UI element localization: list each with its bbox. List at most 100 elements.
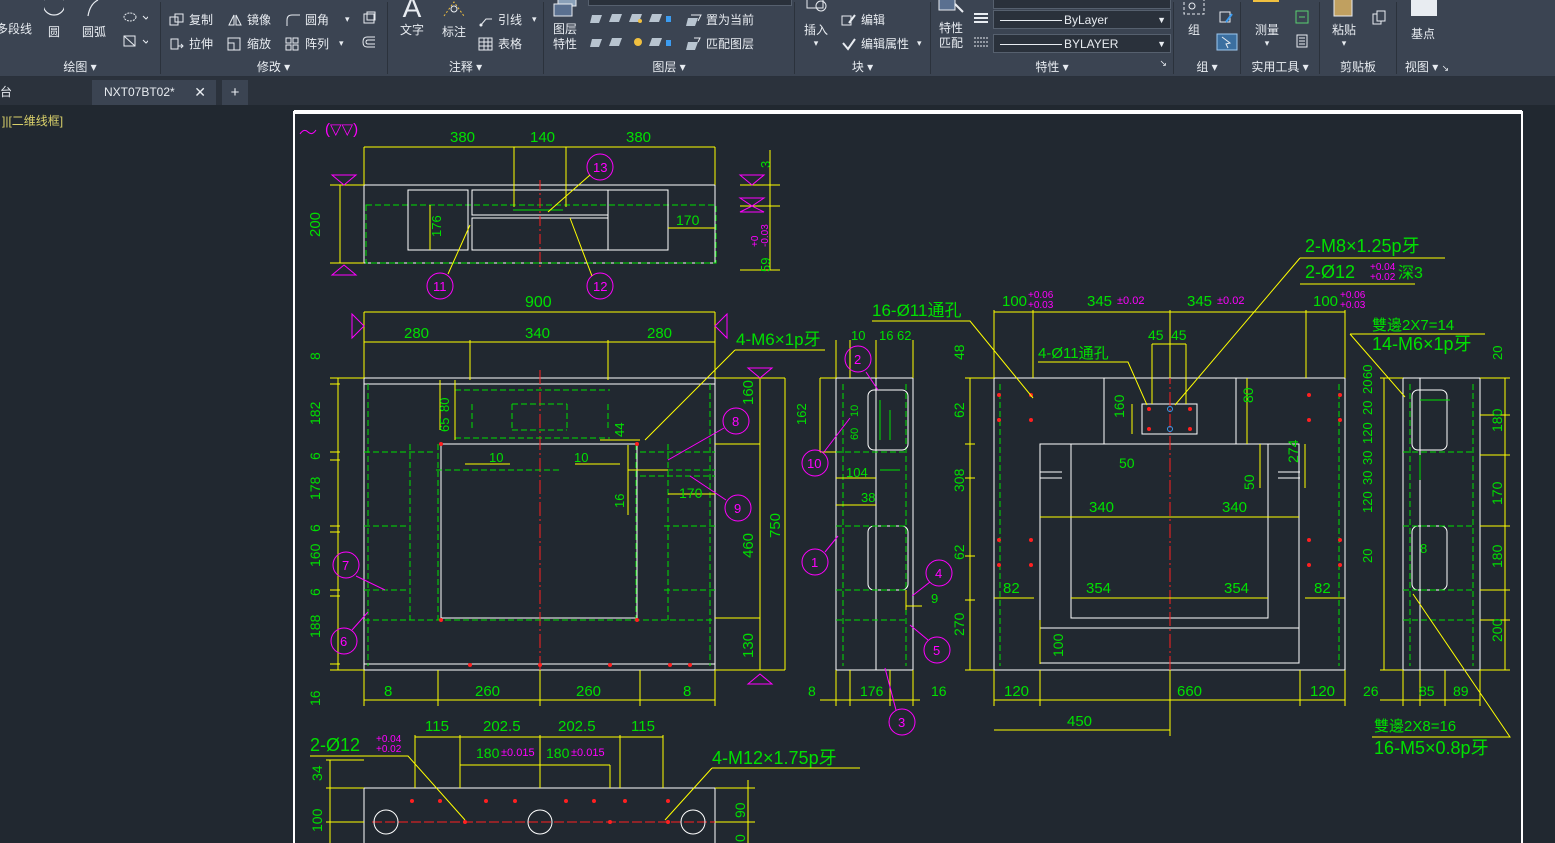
- right-r-dim-1: 20: [1490, 346, 1505, 360]
- front-right-dim-750: 750: [767, 513, 784, 538]
- side-dim-4: 162: [794, 403, 809, 425]
- set-current-layer-button[interactable]: 置为当前: [686, 11, 754, 28]
- hatch-button[interactable]: [122, 10, 148, 24]
- annotation-panel: A 文字 标注 引线 ▾ 表格 注释 ▾: [388, 0, 543, 76]
- bottom-dim-2: 202.5: [483, 718, 521, 735]
- top-dim-4: 200: [307, 212, 324, 237]
- array-button[interactable]: 阵列 ▾: [285, 35, 344, 52]
- mirror-button[interactable]: 镜像: [227, 11, 271, 28]
- tab-start[interactable]: 台: [0, 80, 92, 105]
- calculator-icon[interactable]: [1295, 34, 1311, 48]
- document-tab-bar: 台 NXT07BT02* ✕ +: [0, 77, 1555, 105]
- lineweight-dropdown[interactable]: BYLAYER ▼: [993, 34, 1171, 53]
- back-tol-002-right: ±0.02: [1217, 295, 1244, 307]
- copy-clip-icon[interactable]: [1372, 10, 1388, 26]
- annotation-panel-title[interactable]: 注释 ▾: [388, 58, 543, 75]
- side-dim-12: 16: [931, 683, 947, 699]
- scale-icon: [227, 37, 241, 50]
- stretch-button[interactable]: 拉伸: [169, 35, 213, 52]
- back-v-dim-8: 274: [1285, 439, 1301, 463]
- back-note-16-holes: 16-Ø11通孔: [872, 301, 961, 320]
- right-l-dim-5: 30: [1360, 451, 1375, 465]
- back-v-dim-9: 50: [1241, 474, 1257, 490]
- right-view: 雙邊2X7=14 14-M6×1p牙 雙邊2X8=16 16-M5×0.8p牙 …: [1349, 317, 1511, 758]
- side-dim-5: 10: [849, 405, 861, 417]
- base-point-button[interactable]: 基点: [1403, 0, 1443, 42]
- front-bottom-dim-3: 260: [576, 683, 601, 700]
- match-layer-button[interactable]: 匹配图层: [686, 35, 754, 52]
- back-h-dim-3: 50: [1119, 455, 1135, 471]
- properties-panel-title[interactable]: 特性 ▾ ↘: [931, 58, 1173, 75]
- insert-icon: [806, 0, 827, 12]
- front-right-dim-460: 460: [740, 533, 757, 558]
- back-dim-345-right: 345: [1187, 293, 1212, 310]
- front-left-dim-2: 182: [307, 401, 323, 425]
- array-icon: [285, 37, 299, 50]
- group-panel-title[interactable]: 组 ▾: [1174, 58, 1240, 75]
- back-tol-003-right: +0.03: [1340, 300, 1366, 311]
- top-dim-1: 380: [450, 129, 475, 146]
- clipboard-panel-title[interactable]: 剪贴板: [1320, 58, 1396, 75]
- text-button[interactable]: A 文字: [398, 0, 426, 38]
- properties-panel: 特性 匹配 ByLayer ▼ BYLAYER ▼ 特性 ▾ ↘: [931, 0, 1173, 76]
- close-tab-icon[interactable]: ✕: [194, 80, 206, 105]
- offset-icon: [362, 36, 375, 48]
- paste-button[interactable]: 粘贴 ▾: [1326, 0, 1362, 49]
- layer-properties-icon: [553, 0, 577, 17]
- balloon-12: 12: [593, 279, 607, 294]
- group-button[interactable]: 组: [1178, 0, 1210, 38]
- base-point-icon: [1411, 0, 1437, 16]
- view-panel: 基点 视图 ▾ ↘: [1397, 0, 1457, 76]
- quick-select-icon[interactable]: [1295, 10, 1311, 24]
- edit-attributes-button[interactable]: 编辑属性 ▾: [841, 35, 922, 52]
- offset-button[interactable]: [361, 35, 377, 49]
- utilities-panel-title[interactable]: 实用工具 ▾: [1241, 58, 1319, 75]
- drawing-canvas[interactable]: (▽▽) 380 140 380 200 176 170 3 59 +0 -0.…: [0, 105, 1555, 843]
- table-icon: [478, 37, 493, 50]
- polyline-button[interactable]: 多段线: [0, 20, 32, 37]
- explode-button[interactable]: [361, 11, 377, 25]
- measure-button[interactable]: 测量 ▾: [1249, 0, 1285, 49]
- linetype-dropdown[interactable]: ByLayer ▼: [993, 10, 1171, 29]
- balloon-5: 5: [933, 643, 940, 658]
- layer-state-icons[interactable]: [590, 11, 686, 25]
- circle-button[interactable]: 圆: [42, 0, 66, 40]
- region-button[interactable]: [122, 34, 148, 48]
- front-left-dim-4: 178: [307, 476, 323, 500]
- color-dropdown[interactable]: [993, 0, 1171, 9]
- leader-button[interactable]: 引线 ▾: [478, 11, 537, 28]
- tab-active-drawing[interactable]: NXT07BT02* ✕: [92, 80, 216, 105]
- table-button[interactable]: 表格: [478, 35, 522, 52]
- mirror-icon: [228, 14, 242, 25]
- right-dim-8: 8: [1420, 541, 1427, 556]
- fillet-button[interactable]: 圆角 ▾: [285, 11, 350, 28]
- layer-dropdown-top[interactable]: [588, 0, 792, 6]
- bottom-dim-180-a: 180: [476, 745, 500, 761]
- match-properties-button[interactable]: 特性 匹配: [935, 0, 967, 51]
- block-panel-title[interactable]: 块 ▾: [795, 58, 930, 75]
- insert-button[interactable]: 插入 ▾: [801, 0, 831, 49]
- block-edit-button[interactable]: 编辑: [841, 11, 885, 28]
- back-h-dim-11: 660: [1177, 683, 1202, 700]
- layers-panel-title[interactable]: 图层 ▾: [544, 58, 794, 75]
- layer-tools-row2: [590, 35, 686, 49]
- group-select-icon[interactable]: [1216, 33, 1238, 51]
- new-tab-button[interactable]: +: [222, 80, 248, 105]
- arc-button[interactable]: 圆弧: [80, 0, 108, 40]
- front-bottom-dim-2: 260: [475, 683, 500, 700]
- copy-button[interactable]: 复制: [169, 11, 213, 28]
- group-edit-icon[interactable]: [1218, 10, 1234, 24]
- balloon-8: 8: [732, 414, 739, 429]
- layer-properties-button[interactable]: 图层 特性: [550, 0, 580, 52]
- surface-finish-symbol: (▽▽): [325, 121, 358, 138]
- layer-action-icons[interactable]: [590, 35, 686, 49]
- front-note-m6: 4-M6×1p牙: [736, 330, 821, 349]
- draw-panel-title[interactable]: 绘图 ▾: [0, 58, 160, 75]
- back-h-dim-10: 120: [1004, 683, 1029, 700]
- right-l-dim-4: 120: [1360, 422, 1375, 444]
- modify-panel-title[interactable]: 修改 ▾: [161, 58, 386, 75]
- front-left-dim-7: 6: [307, 588, 323, 596]
- scale-button[interactable]: 缩放: [227, 35, 271, 52]
- dimension-button[interactable]: 标注: [440, 0, 468, 40]
- view-panel-title[interactable]: 视图 ▾ ↘: [1397, 58, 1457, 75]
